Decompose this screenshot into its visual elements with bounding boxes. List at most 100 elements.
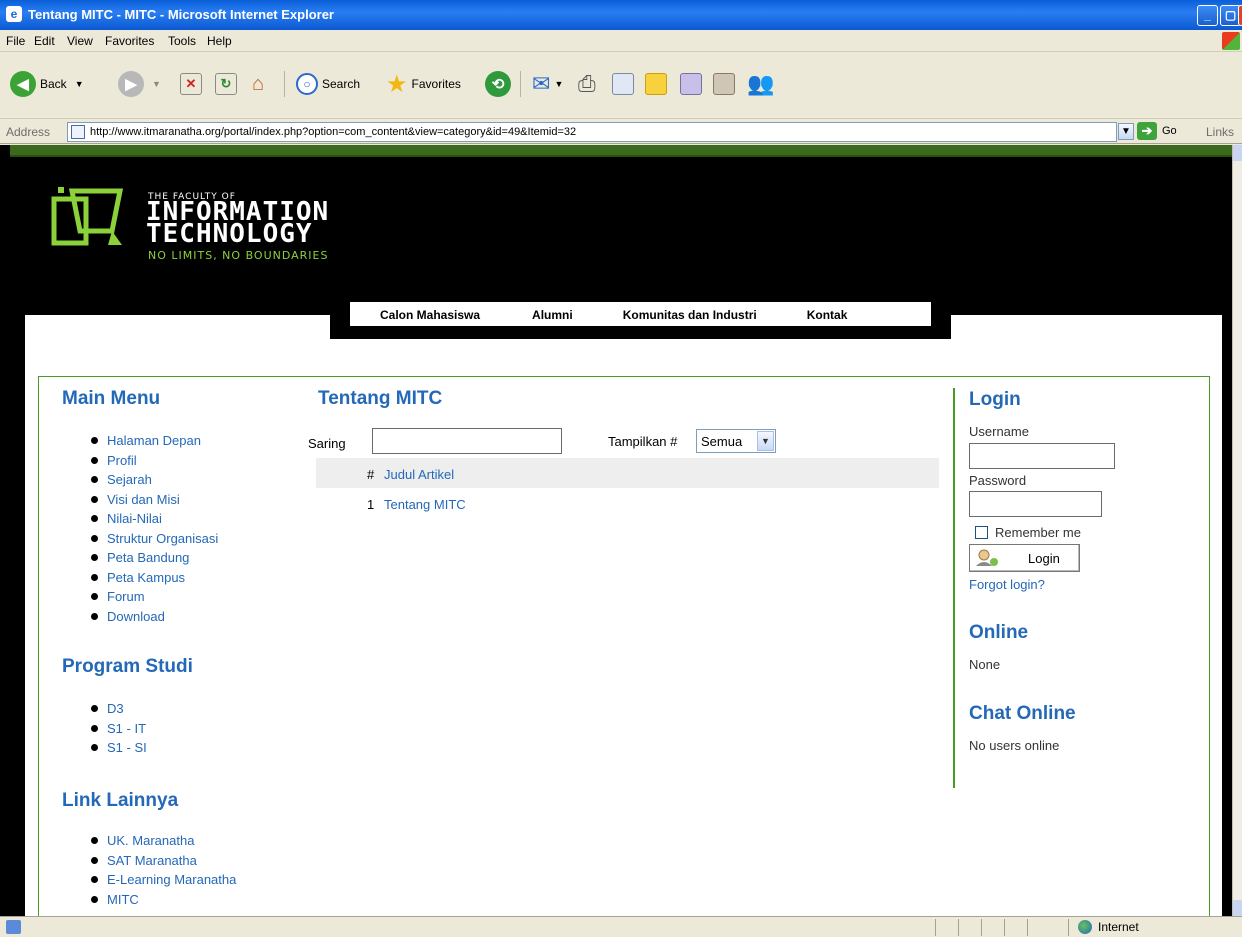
vertical-scrollbar[interactable]: [1232, 145, 1242, 916]
chevron-down-icon[interactable]: ▼: [554, 79, 563, 89]
search-icon: ○: [296, 73, 318, 95]
address-dropdown-button[interactable]: ▼: [1118, 123, 1134, 140]
close-button[interactable]: [1238, 5, 1242, 26]
menu-favorites[interactable]: Favorites: [105, 34, 154, 48]
security-zone: Internet: [1078, 920, 1139, 934]
ie-icon: e: [6, 6, 22, 22]
table-header-num: #: [367, 467, 375, 482]
menu-item-struktur[interactable]: Struktur Organisasi: [91, 529, 218, 549]
nav-kontak[interactable]: Kontak: [807, 302, 848, 326]
menu-item-peta-bandung[interactable]: Peta Bandung: [91, 548, 218, 568]
program-item-s1-si[interactable]: S1 - SI: [91, 738, 147, 758]
messenger-button[interactable]: 👥: [747, 69, 774, 99]
print-button[interactable]: ⎙: [578, 69, 596, 99]
star-icon: ★: [386, 70, 408, 98]
home-button[interactable]: ⌂: [247, 69, 269, 99]
password-label: Password: [969, 473, 1027, 488]
address-input[interactable]: http://www.itmaranatha.org/portal/index.…: [67, 122, 1117, 142]
menu-help[interactable]: Help: [207, 34, 232, 48]
address-url: http://www.itmaranatha.org/portal/index.…: [90, 126, 577, 138]
forgot-login-link[interactable]: Forgot login?: [969, 577, 1045, 592]
toolbar: ◀ Back ▼ ▶ ▼ ✕ ↻ ⌂ ○ Search ★ Favorites …: [0, 53, 1242, 119]
stop-button[interactable]: ✕: [180, 69, 202, 99]
mail-button[interactable]: ✉ ▼: [532, 69, 563, 99]
edit-button[interactable]: [612, 69, 634, 99]
printer-icon: ⎙: [578, 71, 596, 96]
link-lainnya-title: Link Lainnya: [62, 790, 179, 811]
nav-komunitas[interactable]: Komunitas dan Industri: [623, 302, 757, 326]
menu-item-visi-misi[interactable]: Visi dan Misi: [91, 490, 218, 510]
menu-item-forum[interactable]: Forum: [91, 587, 218, 607]
chat-online-text: No users online: [969, 738, 1060, 753]
back-button[interactable]: ◀ Back ▼: [10, 69, 84, 99]
article-link[interactable]: Tentang MITC: [384, 497, 466, 512]
filter-input[interactable]: [372, 428, 562, 454]
scroll-down-button[interactable]: [1233, 900, 1242, 916]
remember-label: Remember me: [995, 525, 1081, 540]
logo-tagline: NO LIMITS, NO BOUNDARIES: [148, 249, 329, 262]
status-divider: [981, 919, 982, 936]
status-bar: Internet: [0, 916, 1242, 937]
chevron-down-icon[interactable]: ▼: [75, 79, 84, 89]
menu-item-peta-kampus[interactable]: Peta Kampus: [91, 568, 218, 588]
program-item-s1-it[interactable]: S1 - IT: [91, 719, 147, 739]
username-label: Username: [969, 424, 1029, 439]
status-divider: [1027, 919, 1028, 936]
menu-file[interactable]: File: [6, 34, 25, 48]
scroll-up-button[interactable]: [1233, 145, 1242, 161]
toolbar-separator: [284, 71, 285, 97]
login-button[interactable]: Login: [969, 544, 1080, 572]
note-icon: [645, 73, 667, 95]
table-header-title[interactable]: Judul Artikel: [384, 467, 454, 482]
minimize-button[interactable]: _: [1197, 5, 1218, 26]
program-item-d3[interactable]: D3: [91, 699, 147, 719]
menu-item-download[interactable]: Download: [91, 607, 218, 627]
program-studi-list: D3 S1 - IT S1 - SI: [91, 699, 147, 758]
remember-checkbox[interactable]: [975, 526, 988, 539]
discuss-button[interactable]: [645, 69, 667, 99]
refresh-icon: ↻: [215, 73, 237, 95]
back-arrow-icon: ◀: [10, 71, 36, 97]
status-divider: [1068, 919, 1069, 936]
media-button[interactable]: [713, 69, 735, 99]
menu-item-nilai[interactable]: Nilai-Nilai: [91, 509, 218, 529]
link-item-mitc[interactable]: MITC: [91, 890, 236, 910]
link-item-sat-maranatha[interactable]: SAT Maranatha: [91, 851, 236, 871]
nav-calon-mahasiswa[interactable]: Calon Mahasiswa: [380, 302, 480, 326]
nav-alumni[interactable]: Alumni: [532, 302, 573, 326]
menu-item-sejarah[interactable]: Sejarah: [91, 470, 218, 490]
menu-item-halaman-depan[interactable]: Halaman Depan: [91, 431, 218, 451]
address-bar: Address http://www.itmaranatha.org/porta…: [0, 120, 1242, 144]
window-titlebar[interactable]: e Tentang MITC - MITC - Microsoft Intern…: [0, 0, 1242, 30]
refresh-button[interactable]: ↻: [215, 69, 237, 99]
link-item-elearning[interactable]: E-Learning Maranatha: [91, 870, 236, 890]
username-input[interactable]: [969, 443, 1115, 469]
password-input[interactable]: [969, 491, 1102, 517]
page-status-icon: [6, 920, 21, 934]
window-title: Tentang MITC - MITC - Microsoft Internet…: [28, 7, 334, 22]
links-label[interactable]: Links: [1206, 125, 1234, 139]
menu-item-profil[interactable]: Profil: [91, 451, 218, 471]
main-menu-title: Main Menu: [62, 388, 161, 409]
go-button[interactable]: ➔ Go: [1137, 122, 1177, 140]
menu-view[interactable]: View: [67, 34, 93, 48]
display-select[interactable]: Semua ▼: [696, 429, 776, 453]
history-button[interactable]: ⟲: [485, 69, 511, 99]
edit-page-icon: [612, 73, 634, 95]
status-divider: [935, 919, 936, 936]
home-icon: ⌂: [251, 72, 265, 95]
favorites-button[interactable]: ★ Favorites: [386, 69, 461, 99]
page-icon: [71, 125, 85, 139]
menu-tools[interactable]: Tools: [168, 34, 196, 48]
menu-edit[interactable]: Edit: [34, 34, 55, 48]
link-item-uk-maranatha[interactable]: UK. Maranatha: [91, 831, 236, 851]
forward-button[interactable]: ▶ ▼: [118, 69, 161, 99]
search-button[interactable]: ○ Search: [296, 69, 360, 99]
globe-icon: [1078, 920, 1092, 934]
logo-line2: INFORMATION TECHNOLOGY: [146, 197, 330, 249]
history-icon: ⟲: [485, 71, 511, 97]
program-studi-title: Program Studi: [62, 656, 193, 677]
online-title: Online: [969, 622, 1029, 643]
research-button[interactable]: [680, 69, 702, 99]
chevron-down-icon[interactable]: ▼: [152, 79, 161, 89]
